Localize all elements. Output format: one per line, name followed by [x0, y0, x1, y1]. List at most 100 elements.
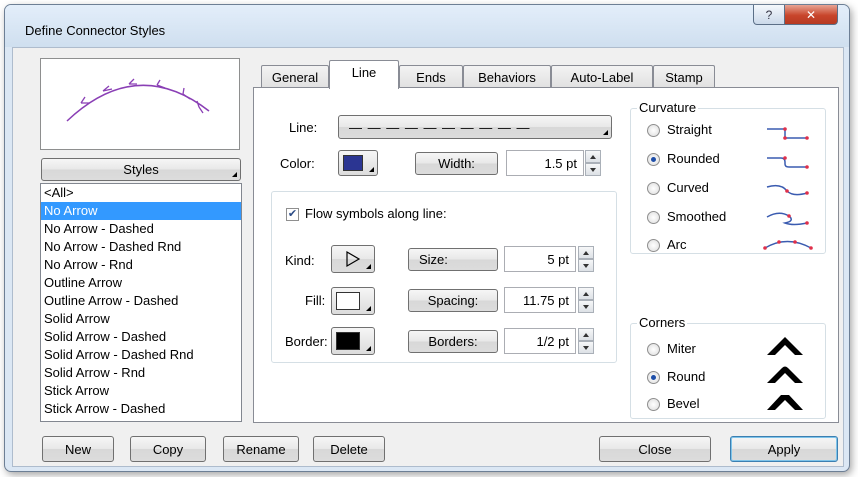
borders-button[interactable]: Borders: [408, 330, 498, 353]
border-label: Border: [285, 334, 328, 349]
spin-up-icon[interactable] [585, 150, 601, 163]
flow-symbols-checkbox[interactable]: ✔ [286, 208, 299, 221]
style-list-item[interactable]: Outline Arrow [41, 274, 241, 292]
tab-ends[interactable]: Ends [399, 65, 463, 88]
delete-button[interactable]: Delete [313, 436, 385, 462]
spin-down-icon[interactable] [585, 163, 601, 176]
style-list-item[interactable]: No Arrow [41, 202, 241, 220]
corners-miter-label: Miter [667, 341, 696, 356]
spin-up-icon[interactable] [578, 287, 594, 300]
style-list-item[interactable]: No Arrow - Dashed Rnd [41, 238, 241, 256]
line-color-swatch [343, 155, 363, 171]
spin-down-icon[interactable] [578, 341, 594, 354]
line-color-button[interactable] [338, 150, 378, 176]
curvature-rounded-label: Rounded [667, 151, 720, 166]
close-button[interactable]: Close [599, 436, 711, 462]
new-button-label: New [64, 441, 91, 457]
curvature-curved-radio[interactable] [647, 182, 660, 195]
help-icon: ? [765, 7, 773, 22]
flow-symbols-group: ✔ Flow symbols along line: Kind: Size: 5… [271, 191, 617, 363]
line-tab-panel: Line: — — — — — — — — — — Color: Width: … [253, 87, 839, 423]
curvature-smoothed-label: Smoothed [667, 209, 727, 224]
style-list-item[interactable]: Solid Arrow - Dashed [41, 328, 241, 346]
corners-round-label: Round [667, 369, 706, 384]
styles-dropdown[interactable]: Styles [41, 158, 241, 181]
new-button[interactable]: New [42, 436, 114, 462]
apply-button[interactable]: Apply [730, 436, 838, 462]
kind-label: Kind: [285, 253, 315, 268]
help-button[interactable]: ? [753, 5, 785, 25]
corners-round-radio[interactable] [647, 371, 660, 384]
miter-corner-icon [767, 337, 803, 355]
spin-up-icon[interactable] [578, 246, 594, 259]
fill-color-button[interactable] [331, 287, 375, 315]
corners-miter-radio[interactable] [647, 343, 660, 356]
delete-button-label: Delete [330, 441, 368, 457]
borders-spinner[interactable] [578, 328, 594, 354]
tab-general[interactable]: General [261, 65, 329, 88]
tab-line[interactable]: Line [329, 60, 399, 89]
style-list-item[interactable]: Solid Arrow [41, 310, 241, 328]
spacing-button[interactable]: Spacing: [408, 289, 498, 312]
curvature-curved-label: Curved [667, 180, 709, 195]
close-button-label: Close [638, 441, 672, 457]
style-list-item[interactable]: Stick Arrow - Dashed [41, 400, 241, 418]
dropdown-arrow-icon [366, 264, 371, 269]
arc-curve-icon [763, 240, 813, 250]
apply-button-label: Apply [767, 441, 801, 457]
dropdown-arrow-icon [366, 306, 371, 311]
close-window-button[interactable]: ✕ [784, 5, 838, 25]
curvature-straight-radio[interactable] [647, 124, 660, 137]
curvature-title: Curvature [637, 100, 699, 115]
spacing-field[interactable]: 11.75 pt [504, 287, 576, 313]
width-button[interactable]: Width: [415, 152, 498, 175]
smoothed-curve-icon [766, 212, 809, 226]
dialog-client: Styles <All> No Arrow No Arrow - Dashed No … [12, 47, 844, 467]
style-list-item[interactable]: No Arrow - Rnd [41, 256, 241, 274]
size-spinner[interactable] [578, 246, 594, 272]
size-field[interactable]: 5 pt [504, 246, 576, 272]
bevel-corner-icon [767, 395, 803, 410]
width-field[interactable]: 1.5 pt [506, 150, 584, 176]
size-button-label: Size: [419, 252, 448, 267]
style-list-item[interactable]: Solid Arrow - Dashed Rnd [41, 346, 241, 364]
style-list-item[interactable]: Stick Arrow [41, 382, 241, 400]
spacing-button-label: Spacing: [427, 293, 479, 308]
close-icon: ✕ [805, 7, 817, 22]
tab-stamp[interactable]: Stamp [653, 65, 715, 88]
curvature-smoothed-radio[interactable] [647, 211, 660, 224]
spin-down-icon[interactable] [578, 300, 594, 313]
copy-button[interactable]: Copy [130, 436, 206, 462]
tab-auto-label[interactable]: Auto-Label [551, 65, 653, 88]
curvature-arc-label: Arc [667, 237, 687, 252]
style-list-item[interactable]: No Arrow - Dashed [41, 220, 241, 238]
corners-bevel-label: Bevel [667, 396, 700, 411]
arrow-kind-icon [346, 250, 361, 268]
size-button[interactable]: Size: [408, 248, 498, 271]
border-color-button[interactable] [331, 327, 375, 355]
tab-behaviors[interactable]: Behaviors [463, 65, 551, 88]
styles-list[interactable]: <All> No Arrow No Arrow - Dashed No Arrow -… [40, 183, 242, 422]
curvature-straight-label: Straight [667, 122, 712, 137]
border-color-swatch [336, 332, 360, 350]
fill-label: Fill: [305, 293, 326, 308]
dropdown-arrow-icon [603, 130, 608, 135]
style-list-item[interactable]: <All> [41, 184, 241, 202]
borders-button-label: Borders: [428, 334, 478, 349]
curvature-rounded-radio[interactable] [647, 153, 660, 166]
kind-dropdown[interactable] [331, 245, 375, 273]
style-list-item[interactable]: Solid Arrow - Rnd [41, 364, 241, 382]
preview-curve-icon [66, 78, 210, 122]
width-spinner[interactable] [585, 150, 601, 176]
spacing-spinner[interactable] [578, 287, 594, 313]
spin-down-icon[interactable] [578, 259, 594, 272]
flow-symbols-label: Flow symbols along line: [305, 206, 447, 221]
spin-up-icon[interactable] [578, 328, 594, 341]
rename-button[interactable]: Rename [223, 436, 299, 462]
borders-field[interactable]: 1/2 pt [504, 328, 576, 354]
corners-bevel-radio[interactable] [647, 398, 660, 411]
style-list-item[interactable]: Outline Arrow - Dashed [41, 292, 241, 310]
dropdown-arrow-icon [369, 167, 374, 172]
line-pattern-dropdown[interactable]: — — — — — — — — — — [338, 115, 612, 139]
curvature-arc-radio[interactable] [647, 239, 660, 252]
